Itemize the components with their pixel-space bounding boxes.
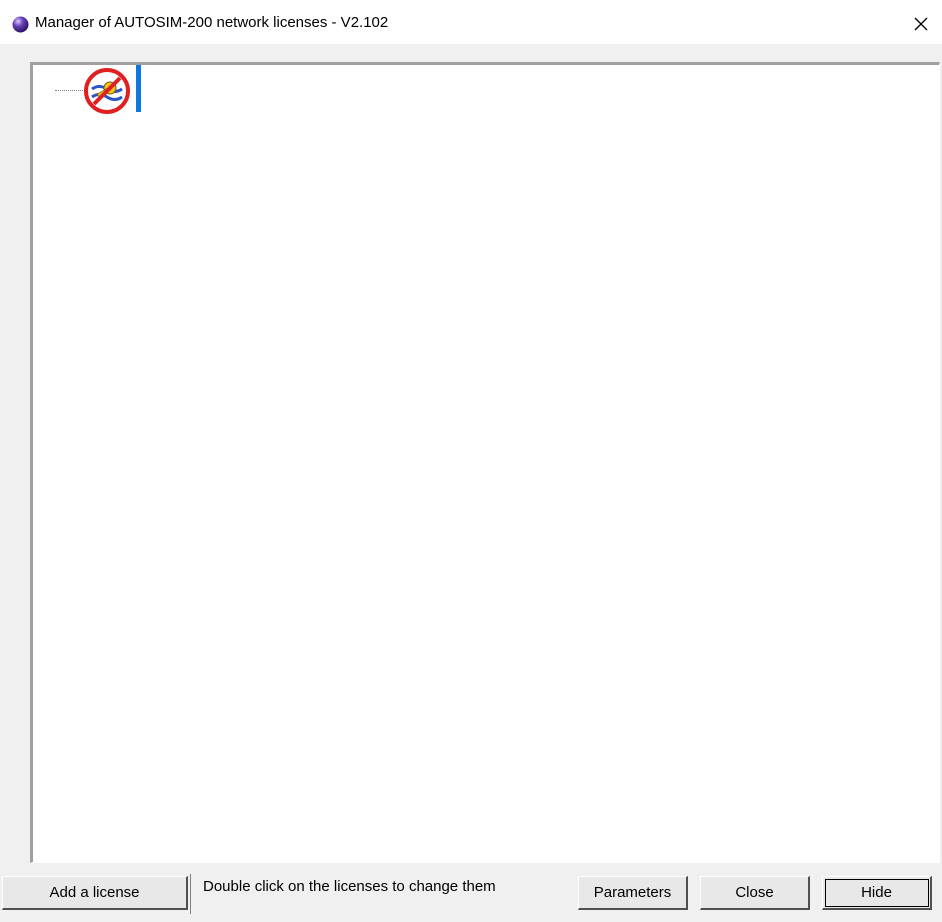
close-window-icon[interactable] [912,15,930,33]
tree-selection-caret [136,65,141,112]
no-license-key-icon[interactable] [83,67,131,115]
hint-text: Double click on the licenses to change t… [203,878,496,895]
hide-button[interactable]: Hide [822,876,932,910]
tree-connector-line [55,90,85,91]
title-bar[interactable]: Manager of AUTOSIM-200 network licenses … [0,0,942,44]
parameters-button[interactable]: Parameters [578,876,688,910]
license-tree[interactable] [30,62,940,863]
license-manager-window: Manager of AUTOSIM-200 network licenses … [0,0,942,922]
hint-panel: Double click on the licenses to change t… [190,874,572,914]
add-license-button[interactable]: Add a license [2,876,188,910]
app-sphere-icon [12,16,29,33]
close-button[interactable]: Close [700,876,810,910]
window-title: Manager of AUTOSIM-200 network licenses … [35,14,389,31]
